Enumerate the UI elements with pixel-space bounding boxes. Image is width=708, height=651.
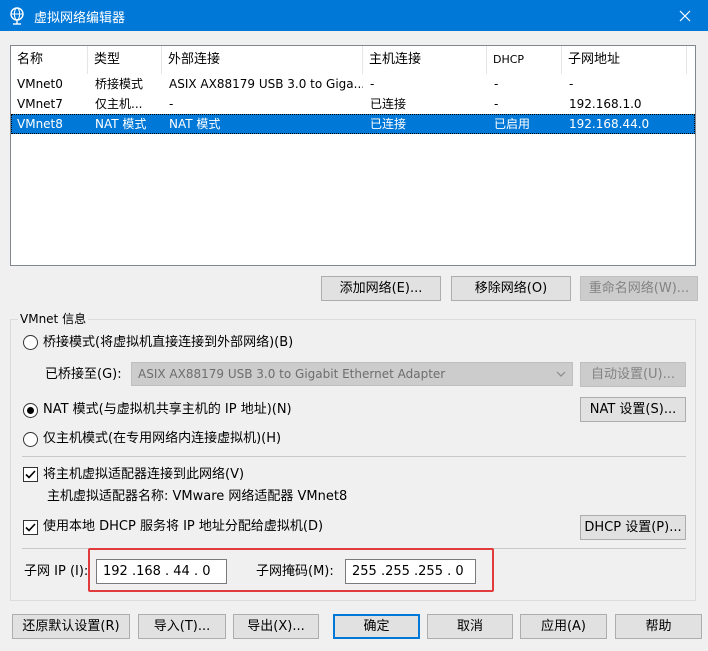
cell-external: NAT 模式: [169, 117, 221, 131]
cell-dhcp: 已启用: [494, 117, 531, 131]
ok-button[interactable]: 确定: [333, 614, 420, 639]
bridged-to-value: ASIX AX88179 USB 3.0 to Gigabit Ethernet…: [138, 367, 446, 381]
host-only-label[interactable]: 仅主机模式(在专用网络内连接虚拟机)(H): [43, 430, 281, 448]
cell-subnet: 192.168.1.0: [569, 97, 642, 111]
cell-name: VMnet0: [17, 77, 63, 91]
help-button[interactable]: 帮助: [615, 614, 702, 639]
cell-dhcp: -: [494, 97, 499, 111]
remove-network-button[interactable]: 移除网络(O): [451, 276, 571, 301]
dhcp-settings-button[interactable]: DHCP 设置(P)...: [580, 515, 686, 540]
column-header-external[interactable]: 外部连接: [162, 46, 363, 74]
divider: [22, 456, 686, 457]
host-only-radio[interactable]: [23, 432, 38, 447]
column-header-dhcp[interactable]: DHCP: [487, 46, 562, 74]
dhcp-checkbox[interactable]: [23, 520, 38, 535]
cell-type: NAT 模式: [95, 117, 147, 131]
cell-subnet: 192.168.44.0: [569, 117, 650, 131]
cell-dhcp: -: [494, 77, 499, 91]
cell-host: 已连接: [370, 117, 407, 131]
vmnet-info-title: VMnet 信息: [18, 311, 89, 327]
window-title: 虚拟网络编辑器: [34, 11, 126, 26]
column-header-host[interactable]: 主机连接: [363, 46, 487, 74]
cell-external: ASIX AX88179 USB 3.0 to Giga...: [169, 77, 363, 91]
bridge-mode-label[interactable]: 桥接模式(将虚拟机直接连接到外部网络)(B): [43, 334, 293, 352]
table-row[interactable]: VMnet0 桥接模式 ASIX AX88179 USB 3.0 to Giga…: [11, 74, 695, 94]
auto-settings-button[interactable]: 自动设置(U)...: [580, 362, 686, 387]
table-row-selected[interactable]: VMnet8 NAT 模式 NAT 模式 已连接 已启用 192.168.44.…: [11, 114, 695, 134]
adapter-name-label: 主机虚拟适配器名称: VMware 网络适配器 VMnet8: [47, 489, 348, 504]
checkmark-icon: [25, 523, 36, 532]
rename-network-button[interactable]: 重命名网络(W)...: [580, 276, 698, 301]
checkmark-icon: [25, 470, 36, 479]
nat-settings-button[interactable]: NAT 设置(S)...: [580, 397, 686, 422]
dhcp-label[interactable]: 使用本地 DHCP 服务将 IP 地址分配给虚拟机(D): [43, 518, 323, 536]
cell-host: 已连接: [370, 97, 407, 111]
table-row[interactable]: VMnet7 仅主机... - 已连接 - 192.168.1.0: [11, 94, 695, 114]
bridged-to-label: 已桥接至(G):: [45, 367, 122, 382]
connect-adapter-checkbox[interactable]: [23, 467, 38, 482]
cell-type: 仅主机...: [95, 97, 143, 111]
close-button[interactable]: [662, 0, 708, 31]
import-button[interactable]: 导入(T)...: [138, 614, 226, 639]
close-icon: [679, 10, 691, 21]
chevron-down-icon: [556, 371, 566, 377]
cell-subnet: -: [569, 77, 574, 91]
connect-adapter-label[interactable]: 将主机虚拟适配器连接到此网络(V): [43, 466, 244, 484]
network-list[interactable]: 名称 类型 外部连接 主机连接 DHCP 子网地址 VMnet0 桥接模式 AS…: [10, 45, 696, 266]
column-header-subnet[interactable]: 子网地址: [562, 46, 687, 74]
column-header-type[interactable]: 类型: [88, 46, 162, 74]
cell-type: 桥接模式: [95, 77, 144, 91]
cancel-button[interactable]: 取消: [427, 614, 513, 639]
cell-host: -: [370, 77, 375, 91]
cell-name: VMnet7: [17, 97, 63, 111]
bridged-to-select[interactable]: ASIX AX88179 USB 3.0 to Gigabit Ethernet…: [131, 362, 573, 386]
subnet-ip-label: 子网 IP (I):: [24, 564, 89, 579]
nat-mode-radio[interactable]: [23, 403, 38, 418]
nat-mode-label[interactable]: NAT 模式(与虚拟机共享主机的 IP 地址)(N): [43, 401, 292, 419]
add-network-button[interactable]: 添加网络(E)...: [321, 276, 441, 301]
network-globe-icon: [10, 7, 24, 25]
cell-external: -: [169, 97, 174, 111]
list-header: 名称 类型 外部连接 主机连接 DHCP 子网地址: [11, 46, 695, 74]
column-header-name[interactable]: 名称: [11, 46, 88, 74]
highlight-annotation-box: [88, 548, 494, 592]
title-bar: 虚拟网络编辑器: [0, 0, 708, 31]
restore-defaults-button[interactable]: 还原默认设置(R): [12, 614, 130, 639]
cell-name: VMnet8: [17, 117, 63, 131]
bridge-mode-radio[interactable]: [23, 335, 38, 350]
export-button[interactable]: 导出(X)...: [233, 614, 319, 639]
apply-button[interactable]: 应用(A): [520, 614, 607, 639]
